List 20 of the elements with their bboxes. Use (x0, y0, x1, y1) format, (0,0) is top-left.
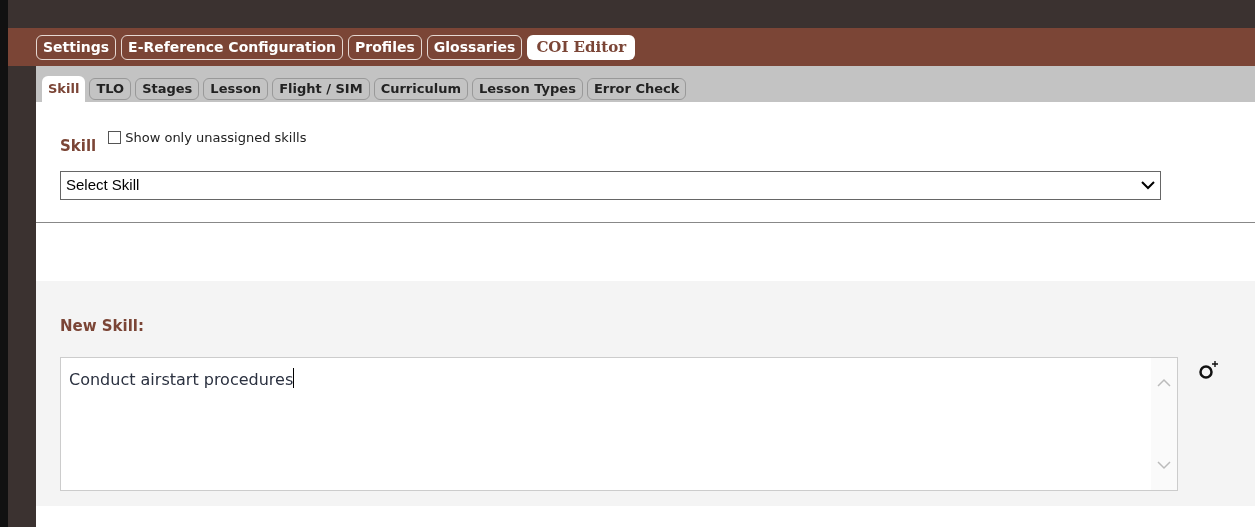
sub-tab[interactable]: Lesson (203, 78, 269, 100)
add-icon[interactable] (1198, 359, 1220, 381)
main-tab[interactable]: Glossaries (426, 34, 523, 60)
checkbox-label: Show only unassigned skills (125, 129, 307, 147)
main-tab[interactable]: E-Reference Configuration (121, 34, 343, 60)
main-tab[interactable]: Profiles (348, 34, 422, 60)
checkbox[interactable] (108, 131, 122, 145)
sub-tab[interactable]: Stages (135, 78, 200, 100)
chevron-down-icon (1141, 180, 1155, 190)
main-tab[interactable]: Settings (36, 34, 117, 60)
sub-tab[interactable]: TLO (89, 78, 132, 100)
sub-tab[interactable]: Lesson Types (471, 78, 583, 100)
sub-tab[interactable]: Error Check (586, 78, 687, 100)
sub-tab[interactable]: Skill (42, 76, 86, 102)
sub-tab[interactable]: Curriculum (373, 78, 468, 100)
sub-tab[interactable]: Flight / SIM (272, 78, 370, 100)
select-dropdown[interactable]: Select Skill (60, 170, 1161, 200)
skill-label: Skill (60, 136, 97, 157)
main-tab[interactable]: COI Editor (527, 34, 636, 60)
new-skill-label: New Skill: (60, 315, 145, 337)
